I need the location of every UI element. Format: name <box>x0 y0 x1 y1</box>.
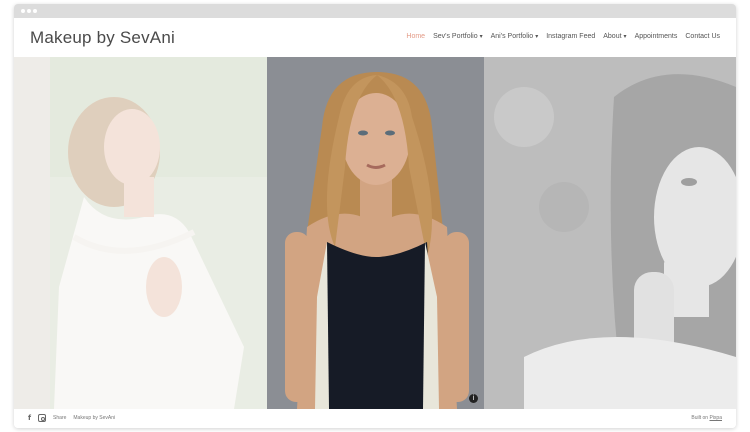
builder-link[interactable]: Pixpa <box>709 415 722 421</box>
gallery-slide-bride[interactable] <box>14 57 267 409</box>
nav-label: Contact Us <box>685 33 720 40</box>
hero-gallery[interactable]: i <box>14 57 736 409</box>
slide-fade-overlay <box>14 57 267 409</box>
window-dot <box>21 9 25 13</box>
share-link[interactable]: Share <box>53 415 66 421</box>
chevron-down-icon: ▾ <box>623 34 627 40</box>
slide-fade-overlay <box>484 57 736 409</box>
nav-instagram-feed[interactable]: Instagram Feed <box>546 33 595 40</box>
nav-anis-portfolio[interactable]: Ani's Portfolio ▾ <box>491 33 539 40</box>
gallery-slide-featured[interactable]: i <box>267 57 484 409</box>
main-nav: Home Sev's Portfolio ▾ Ani's Portfolio ▾ I… <box>406 33 720 40</box>
nav-label: Appointments <box>634 33 678 40</box>
footer-social: f Share Makeup by SevAni <box>28 414 115 422</box>
site-footer: f Share Makeup by SevAni Built on Pixpa <box>14 409 736 428</box>
window-dot <box>33 9 37 13</box>
nav-appointments[interactable]: Appointments <box>635 33 678 40</box>
browser-chrome <box>14 4 736 18</box>
nav-label: Home <box>406 33 426 40</box>
nav-sevs-portfolio[interactable]: Sev's Portfolio ▾ <box>433 33 483 40</box>
window-dot <box>27 9 31 13</box>
info-icon[interactable]: i <box>469 394 478 403</box>
nav-label: About <box>603 33 622 40</box>
nav-home[interactable]: Home <box>406 33 425 40</box>
chevron-down-icon: ▾ <box>535 34 539 40</box>
instagram-icon[interactable] <box>38 414 47 422</box>
site-header: Makeup by SevAni Home Sev's Portfolio ▾ A… <box>14 18 736 57</box>
nav-label: Instagram Feed <box>546 33 596 40</box>
featured-portrait-photo <box>267 57 484 409</box>
nav-label: Sev's Portfolio <box>433 33 478 40</box>
nav-about[interactable]: About ▾ <box>603 33 626 40</box>
nav-contact-us[interactable]: Contact Us <box>685 33 720 40</box>
footer-credit: Built on Pixpa <box>691 415 722 421</box>
gallery-slide-bw-portrait[interactable] <box>484 57 736 409</box>
facebook-icon[interactable]: f <box>28 414 31 422</box>
footer-site-name: Makeup by SevAni <box>73 415 116 421</box>
site-brand[interactable]: Makeup by SevAni <box>30 28 175 48</box>
browser-window: Makeup by SevAni Home Sev's Portfolio ▾ A… <box>14 4 736 428</box>
nav-label: Ani's Portfolio <box>490 33 534 40</box>
chevron-down-icon: ▾ <box>479 34 483 40</box>
built-on-label: Built on <box>691 415 709 421</box>
